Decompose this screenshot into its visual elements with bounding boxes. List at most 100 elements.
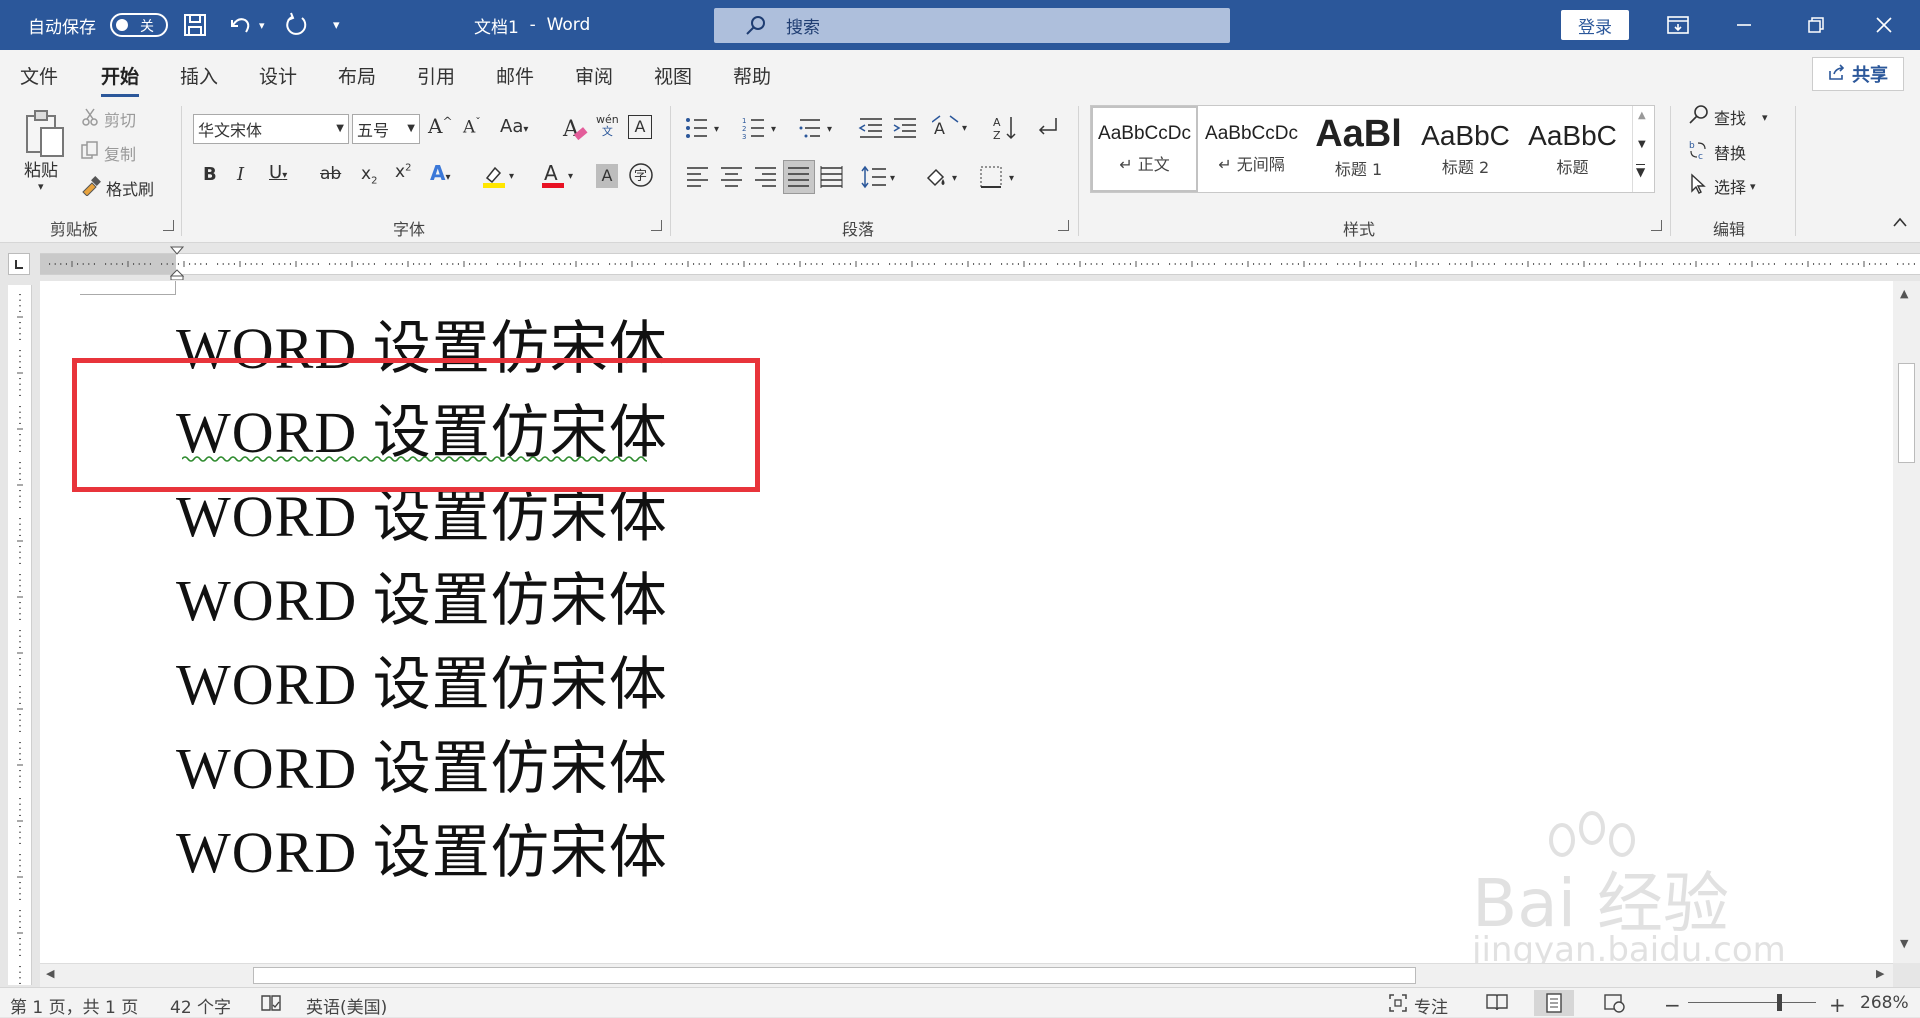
multilevel-list-icon[interactable]: ▾ [798, 116, 838, 140]
style-no-spacing[interactable]: AaBbCcDc ↵ 无间隔 [1198, 106, 1305, 192]
paragraph-launcher-icon[interactable] [1058, 220, 1069, 231]
underline-icon[interactable]: U▾ [269, 162, 287, 183]
login-button[interactable]: 登录 [1561, 10, 1629, 40]
tab-insert[interactable]: 插入 [180, 62, 218, 89]
scroll-thumb[interactable] [253, 967, 1416, 984]
clipboard-launcher-icon[interactable] [163, 220, 174, 231]
highlight-color-icon[interactable]: ▾ [481, 162, 521, 190]
tab-selector-icon[interactable] [8, 253, 30, 275]
gallery-up-icon[interactable]: ▲ [1638, 110, 1646, 121]
word-count[interactable]: 42 个字 [170, 993, 231, 1018]
find-button[interactable]: 查找 ▾ [1688, 104, 1768, 130]
minimize-icon[interactable] [1716, 0, 1772, 50]
tab-references[interactable]: 引用 [417, 62, 455, 89]
styles-launcher-icon[interactable] [1651, 220, 1662, 231]
enclose-characters-icon[interactable]: 字 [628, 162, 654, 188]
indent-marker-icon[interactable] [169, 246, 185, 284]
clear-formatting-icon[interactable]: A [561, 114, 589, 147]
tab-file[interactable]: 文件 [20, 62, 58, 89]
style-normal[interactable]: AaBbCcDc ↵ 正文 [1091, 106, 1198, 192]
gallery-more-icon[interactable]: ▼ [1636, 164, 1646, 179]
vertical-scrollbar[interactable]: ▲ ▼ [1893, 281, 1920, 963]
font-name-select[interactable]: 华文宋体 ▼ [193, 114, 349, 144]
bold-icon[interactable]: B [203, 164, 217, 185]
shading-icon[interactable]: ▾ [922, 164, 964, 190]
document-line[interactable]: WORD 设置仿宋体 [176, 553, 668, 637]
copy-button[interactable]: 复制 [80, 141, 136, 165]
tab-review[interactable]: 审阅 [575, 62, 613, 89]
undo-icon[interactable] [226, 0, 256, 50]
bullets-icon[interactable]: ▾ [685, 116, 725, 140]
decrease-indent-icon[interactable] [858, 116, 884, 140]
horizontal-ruler[interactable] [40, 246, 1920, 281]
change-case-icon[interactable]: Aa▾ [500, 116, 528, 137]
zoom-slider-thumb[interactable] [1777, 994, 1782, 1011]
align-center-icon[interactable] [720, 166, 744, 188]
character-border-icon[interactable]: A [628, 115, 652, 139]
align-right-icon[interactable] [754, 166, 778, 188]
justify-icon[interactable] [783, 160, 815, 194]
tab-home[interactable]: 开始 [101, 62, 140, 97]
document-line[interactable]: WORD 设置仿宋体 [176, 637, 668, 721]
autosave-toggle[interactable]: 关 [110, 13, 168, 37]
scroll-down-icon[interactable]: ▼ [1900, 937, 1908, 950]
proofing-icon[interactable] [260, 993, 282, 1013]
scroll-thumb[interactable] [1898, 363, 1915, 463]
shrink-font-icon[interactable]: Aˇ [463, 116, 481, 138]
subscript-icon[interactable]: x2 [361, 164, 377, 186]
show-formatting-marks-icon[interactable] [1034, 116, 1060, 140]
italic-icon[interactable]: I [237, 164, 244, 185]
grow-font-icon[interactable]: A^ [428, 114, 453, 138]
chinese-layout-icon[interactable]: A ▾ [932, 114, 974, 140]
style-heading-1[interactable]: AaBl 标题 1 [1305, 106, 1412, 192]
text-effects-icon[interactable]: A▾ [430, 161, 451, 185]
font-size-select[interactable]: 五号 ▼ [352, 114, 420, 144]
line-spacing-icon[interactable]: ▾ [860, 164, 900, 190]
cut-button[interactable]: 剪切 [80, 107, 136, 131]
font-color-icon[interactable]: A ▾ [540, 162, 580, 190]
gallery-down-icon[interactable]: ▼ [1638, 139, 1646, 150]
scroll-right-icon[interactable]: ▶ [1876, 967, 1884, 980]
select-button[interactable]: 选择 ▾ [1688, 173, 1756, 199]
tab-layout[interactable]: 布局 [338, 62, 376, 89]
align-left-icon[interactable] [686, 166, 710, 188]
zoom-out-button[interactable]: − [1664, 993, 1681, 1017]
paste-dropdown-icon[interactable]: ▾ [38, 180, 44, 193]
borders-icon[interactable]: ▾ [979, 164, 1021, 190]
restore-icon[interactable] [1788, 0, 1844, 50]
read-mode-icon[interactable] [1486, 993, 1508, 1011]
zoom-in-button[interactable]: + [1829, 993, 1846, 1017]
zoom-slider-track[interactable] [1688, 1002, 1816, 1003]
horizontal-scrollbar[interactable]: ◀ ▶ [40, 963, 1893, 987]
document-line[interactable]: WORD 设置仿宋体 [176, 805, 668, 889]
style-heading-2[interactable]: AaBbC 标题 2 [1412, 106, 1519, 192]
redo-icon[interactable] [282, 0, 310, 50]
close-icon[interactable] [1856, 0, 1912, 50]
format-painter-button[interactable]: 格式刷 [80, 176, 154, 200]
superscript-icon[interactable]: x2 [395, 162, 411, 182]
language-indicator[interactable]: 英语(美国) [306, 993, 387, 1018]
style-title[interactable]: AaBbC 标题 [1519, 106, 1626, 192]
font-launcher-icon[interactable] [651, 220, 662, 231]
paste-label[interactable]: 粘贴 [24, 156, 58, 181]
numbering-icon[interactable]: 1 2 3 ▾ [742, 116, 782, 140]
strikethrough-icon[interactable]: ab [320, 164, 341, 184]
replace-button[interactable]: bc 替换 [1688, 139, 1746, 165]
document-line[interactable]: WORD 设置仿宋体 [176, 721, 668, 805]
collapse-ribbon-icon[interactable] [1892, 216, 1908, 228]
tab-help[interactable]: 帮助 [733, 62, 771, 89]
zoom-level[interactable]: 268% [1860, 993, 1909, 1013]
page-count[interactable]: 第 1 页，共 1 页 [10, 993, 138, 1018]
ribbon-display-options-icon[interactable] [1650, 0, 1706, 50]
distributed-icon[interactable] [820, 166, 844, 188]
customize-toolbar-icon[interactable]: ▾ [333, 0, 340, 50]
tab-design[interactable]: 设计 [259, 62, 297, 89]
scroll-up-icon[interactable]: ▲ [1900, 287, 1908, 300]
character-shading-icon[interactable]: A [596, 164, 618, 188]
undo-dropdown-icon[interactable]: ▾ [259, 0, 265, 50]
paste-icon[interactable] [20, 104, 70, 164]
phonetic-guide-icon[interactable]: wén 文 [596, 114, 619, 138]
tab-mailings[interactable]: 邮件 [496, 62, 534, 89]
sort-icon[interactable]: AZ [992, 114, 1020, 142]
tab-view[interactable]: 视图 [654, 62, 692, 89]
